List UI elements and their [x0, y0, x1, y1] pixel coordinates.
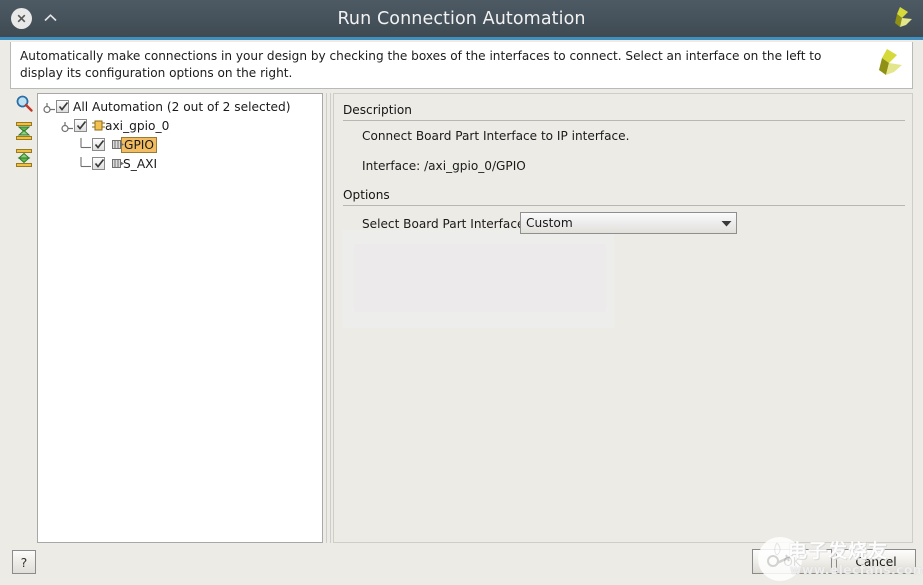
xilinx-logo-icon	[884, 5, 914, 33]
tree-checkbox[interactable]	[74, 119, 87, 132]
search-icon[interactable]	[13, 93, 35, 115]
description-line-1: Connect Board Part Interface to IP inter…	[362, 129, 629, 143]
tree-toolstrip	[12, 93, 36, 173]
xilinx-logo-icon	[866, 46, 904, 84]
title-bar: Run Connection Automation	[0, 0, 923, 37]
details-panel: Description Connect Board Part Interface…	[333, 93, 913, 543]
panel-splitter[interactable]	[326, 93, 331, 543]
automation-tree: All Automation (2 out of 2 selected)	[38, 97, 322, 173]
ip-block-icon	[91, 119, 104, 132]
instruction-banner: Automatically make connections in your d…	[10, 42, 913, 89]
tree-row-label: axi_gpio_0	[105, 119, 169, 133]
tree-checkbox[interactable]	[92, 157, 105, 170]
description-section-title: Description	[343, 103, 412, 117]
ok-button[interactable]: OK	[752, 549, 832, 574]
run-connection-automation-dialog: Run Connection Automation Automatically …	[0, 0, 923, 585]
interface-icon	[109, 157, 122, 170]
accent-rule	[0, 37, 923, 40]
tree-branch-line	[78, 138, 91, 151]
tree-row-all-automation[interactable]: All Automation (2 out of 2 selected)	[38, 97, 322, 116]
options-section-title: Options	[343, 188, 390, 202]
expander-icon[interactable]	[42, 100, 55, 113]
instruction-text: Automatically make connections in your d…	[20, 48, 860, 82]
page-title: Run Connection Automation	[0, 0, 923, 37]
board-part-interface-value: Custom	[521, 216, 716, 230]
board-part-interface-label: Select Board Part Interface:	[362, 217, 528, 231]
tree-branch-line	[78, 157, 91, 170]
tree-checkbox[interactable]	[56, 100, 69, 113]
render-artifact-inner	[354, 244, 606, 312]
interface-icon	[109, 138, 122, 151]
options-section-rule	[343, 205, 905, 206]
help-button[interactable]: ?	[12, 550, 36, 574]
tree-checkbox[interactable]	[92, 138, 105, 151]
description-section-rule	[343, 120, 905, 121]
tree-row-gpio[interactable]: GPIO	[38, 135, 322, 154]
tree-row-s-axi[interactable]: S_AXI	[38, 154, 322, 173]
tree-row-label: All Automation (2 out of 2 selected)	[73, 100, 291, 114]
tree-row-label: GPIO	[121, 137, 157, 153]
collapse-all-icon[interactable]	[13, 120, 35, 142]
cancel-button[interactable]: Cancel	[836, 549, 916, 574]
board-part-interface-select[interactable]: Custom	[520, 212, 737, 234]
automation-tree-panel[interactable]: All Automation (2 out of 2 selected)	[37, 93, 323, 543]
tree-row-axi-gpio-0[interactable]: axi_gpio_0	[38, 116, 322, 135]
chevron-down-icon[interactable]	[716, 213, 736, 233]
expand-all-icon[interactable]	[13, 147, 35, 169]
tree-row-label: S_AXI	[123, 157, 157, 171]
description-line-2: Interface: /axi_gpio_0/GPIO	[362, 159, 526, 173]
expander-icon[interactable]	[60, 119, 73, 132]
